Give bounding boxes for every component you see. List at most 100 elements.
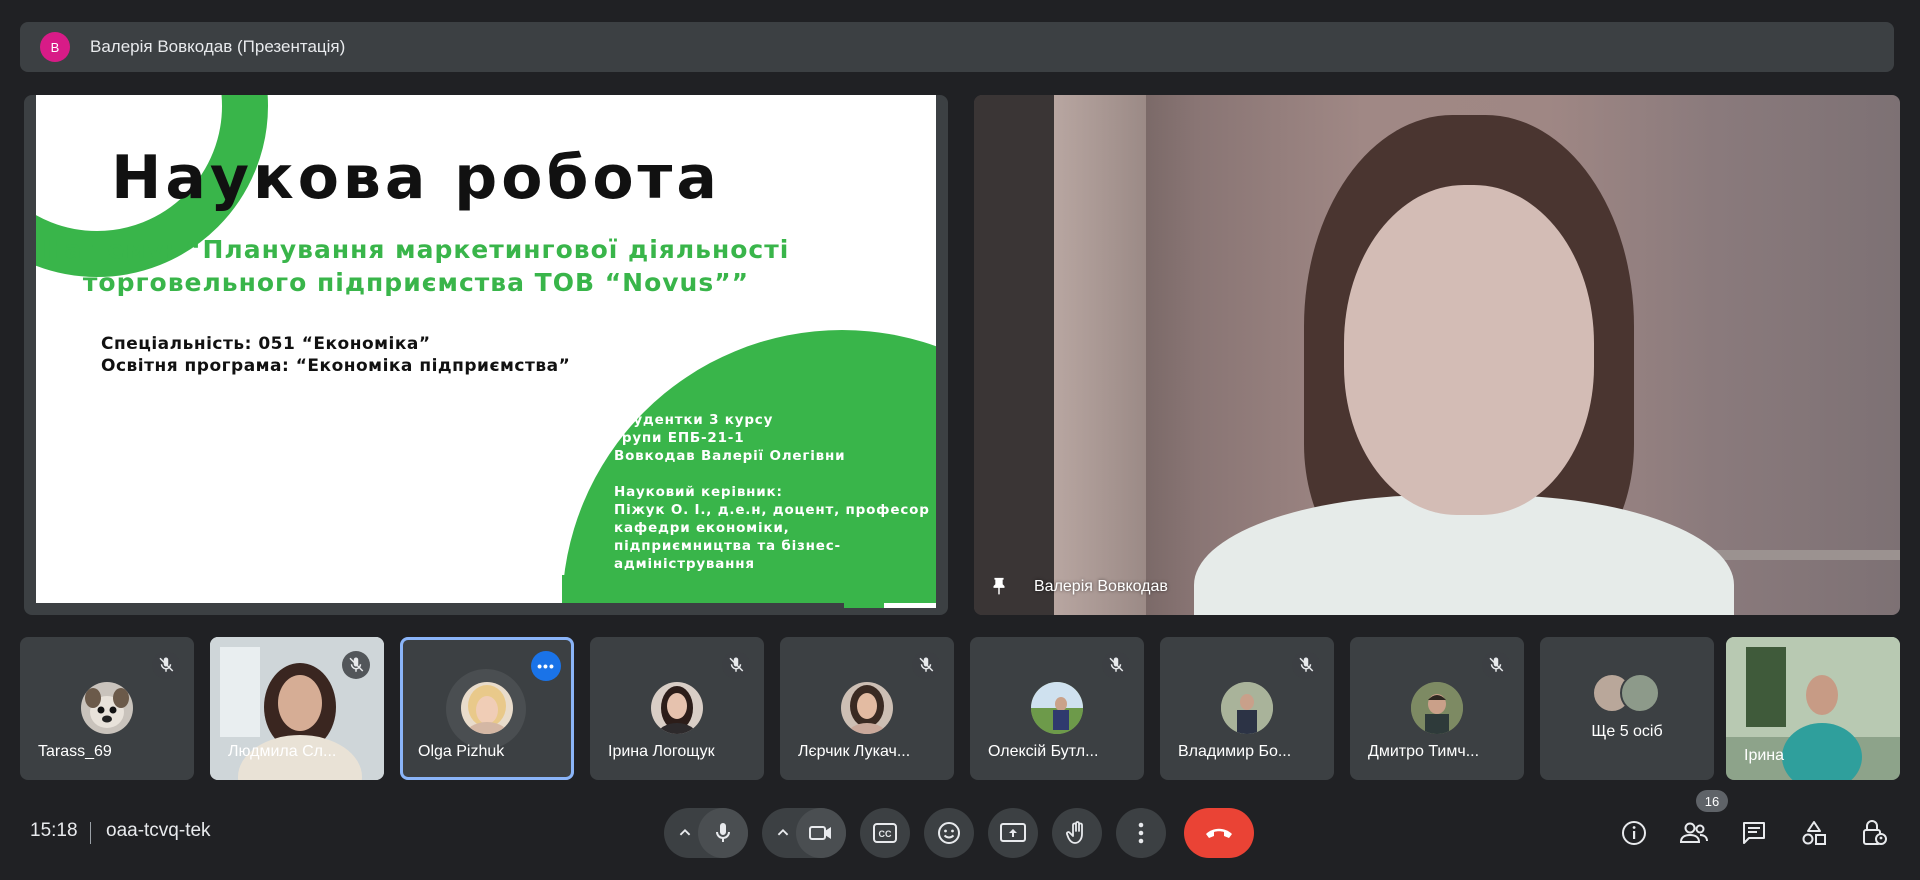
slide-subtitle-line: торговельного підприємства ТОВ “Novus”” [82,268,750,297]
microphone-button[interactable] [698,808,748,858]
main-video-name: Валерія Вовкодав [1034,578,1168,595]
avatar [1031,682,1083,734]
slide-title: Наукова робота [111,143,721,213]
captions-button[interactable]: CC [860,808,910,858]
chevron-up-icon[interactable] [772,822,794,844]
more-vert-icon [1138,822,1144,844]
participant-tile[interactable]: Владимир Бо... [1160,637,1334,780]
slide-subtitle-line: На тему: “Планування маркетингової діяль… [42,235,790,264]
participant-tile[interactable]: Лєрчик Лукач... [780,637,954,780]
more-options-button[interactable]: ••• [531,651,561,681]
slide-spec-line: Освітня програма: “Економіка підприємств… [101,356,571,376]
divider [90,822,91,844]
participant-name: Дмитро Тимч... [1368,743,1480,760]
participant-name: Tarass_69 [38,743,112,760]
video-person-face [1344,185,1594,515]
participant-tile[interactable]: Дмитро Тимч... [1350,637,1524,780]
more-participants-label: Ще 5 осіб [1591,723,1663,740]
control-bar: 15:18 oaa-tcvq-tek CC 16 [0,790,1920,880]
slide-author-line: адміністрування [614,556,755,572]
slide-author-line: Піжук О. І., д.е.н, доцент, професор [614,502,930,518]
participant-name: Ірина [1744,747,1785,764]
chat-icon [1743,822,1765,844]
presentation-title: Валерія Вовкодав (Презентація) [90,37,346,56]
participant-tile[interactable]: Ірина Логощук [590,637,764,780]
clock: 15:18 [30,820,78,841]
avatar [1620,673,1660,713]
more-participants-tile[interactable]: Ще 5 осіб [1540,637,1714,780]
mic-off-icon [152,651,180,679]
slide-spec-line: Спеціальність: 051 “Економіка” [101,334,431,354]
slide-author-line: Студентки 3 курсу [614,412,774,428]
mic-off-icon [1102,651,1130,679]
camera-button[interactable] [796,808,846,858]
main-video-tile[interactable]: Валерія Вовкодав [974,95,1900,615]
participant-tile[interactable]: Олексій Бутл... [970,637,1144,780]
leave-call-button[interactable] [1184,808,1254,858]
slide-author-line: Вовкодав Валерії Олегівни [614,448,846,464]
slide-author-line: кафедри економіки, [614,520,790,536]
participant-name: Людмила Сл... [228,743,337,760]
slide-author-line [614,465,930,483]
chat-button[interactable] [1736,815,1772,851]
mic-off-icon [722,651,750,679]
avatar [81,682,133,734]
pin-icon[interactable] [988,575,1010,599]
present-button[interactable] [988,808,1038,858]
camera-control[interactable] [762,808,846,858]
participant-tile[interactable]: Tarass_69 [20,637,194,780]
meeting-details-button[interactable] [1616,815,1652,851]
captions-icon: CC [873,823,897,843]
info-icon [1622,821,1646,845]
participant-name: Владимир Бо... [1178,743,1292,760]
participant-tile[interactable]: Людмила Сл... [210,637,384,780]
avatar [1411,682,1463,734]
slide-progress-track [36,603,844,608]
presenter-avatar: В [40,32,70,62]
slide-progress-bar [36,603,936,608]
more-options-button[interactable] [1116,808,1166,858]
slide-subtitle: На тему: “Планування маркетингової діяль… [36,233,796,299]
hang-up-icon [1206,828,1232,838]
microphone-icon [716,823,730,842]
slide-specialty: Спеціальність: 051 “Економіка” Освітня п… [101,333,570,377]
participants-count-badge: 16 [1696,790,1728,812]
reactions-button[interactable] [924,808,974,858]
slide-author-line: Науковий керівник: [614,484,783,500]
hand-icon [1066,821,1083,844]
raise-hand-button[interactable] [1052,808,1102,858]
chevron-up-icon[interactable] [674,822,696,844]
mic-off-icon [1292,651,1320,679]
microphone-control[interactable] [664,808,748,858]
mic-off-icon [1482,651,1510,679]
people-button[interactable] [1676,815,1712,851]
host-controls-button[interactable] [1856,815,1892,851]
participant-tile-active[interactable]: ••• Olga Pizhuk [400,637,574,780]
mic-off-icon [912,651,940,679]
participant-name: Лєрчик Лукач... [798,743,911,760]
participant-name: Олексій Бутл... [988,743,1099,760]
video-background [1054,95,1146,615]
avatar [461,682,513,734]
slide-author-line: підприємництва та бізнес- [614,538,841,554]
slide-progress-accent [844,603,884,608]
slide-author-block: Студентки 3 курсу групи ЕПБ-21-1 Вовкода… [614,411,930,573]
meeting-code: oaa-tcvq-tek [106,820,211,841]
participant-tile[interactable]: Ірина [1726,637,1900,780]
slide-decor-blob-fill [562,575,936,603]
mic-off-icon [342,651,370,679]
activities-button[interactable] [1796,815,1832,851]
svg-text:CC: CC [879,829,892,839]
presentation-header: В Валерія Вовкодав (Презентація) [20,22,1894,72]
avatar [651,682,703,734]
emoji-icon [938,822,960,844]
slide-author-line: групи ЕПБ-21-1 [614,430,745,446]
video-background [974,95,1054,615]
participant-name: Olga Pizhuk [418,743,505,760]
people-icon [1679,822,1708,843]
slide: Наукова робота На тему: “Планування марк… [36,95,936,603]
lock-person-icon [1863,820,1887,845]
avatar [841,682,893,734]
camera-icon [809,826,831,840]
presentation-tile[interactable]: Наукова робота На тему: “Планування марк… [24,95,948,615]
